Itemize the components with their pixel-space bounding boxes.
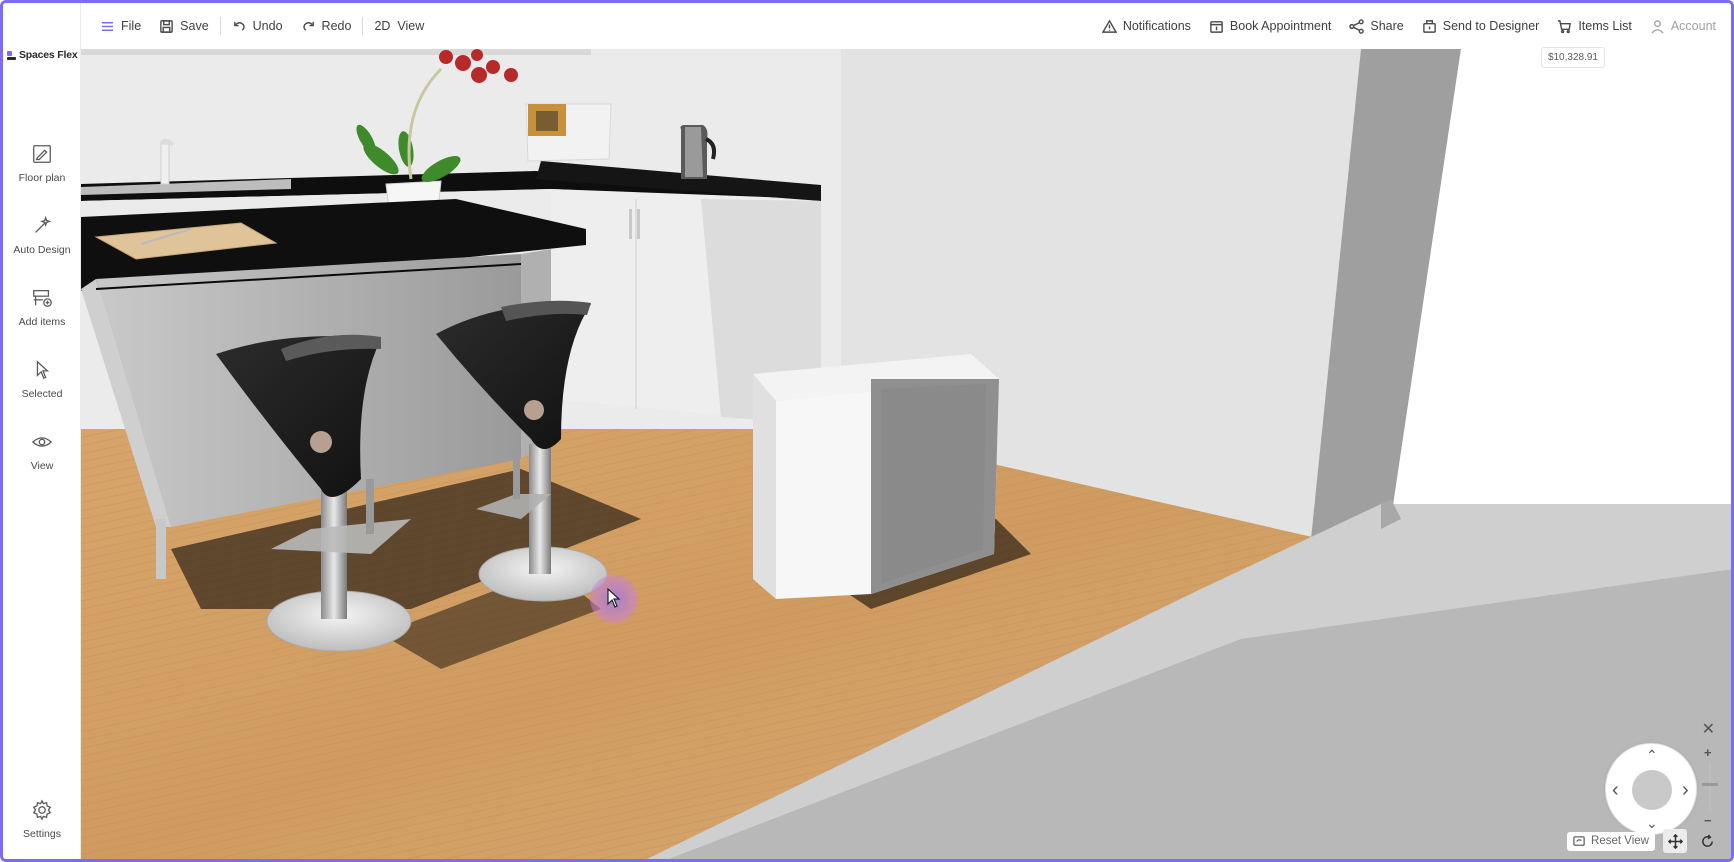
total-price-badge: $10,328.91 bbox=[1540, 47, 1605, 68]
sidebar-item-add-items[interactable]: Add items bbox=[3, 287, 81, 328]
sidebar-item-auto-design[interactable]: Auto Design bbox=[3, 215, 81, 256]
redo-icon bbox=[302, 21, 314, 31]
items-list-button[interactable]: Items List bbox=[1548, 11, 1641, 41]
brand-name: Spaces Flex bbox=[19, 49, 78, 61]
calendar-icon bbox=[1210, 20, 1223, 33]
camera-navigation-pad[interactable]: ⌃ ⌄ ‹ › bbox=[1605, 743, 1697, 835]
save-button[interactable]: Save bbox=[150, 11, 218, 41]
sidebar-item-view[interactable]: View bbox=[3, 431, 81, 472]
room-render bbox=[81, 49, 1731, 859]
notifications-label: Notifications bbox=[1122, 19, 1191, 33]
undo-icon bbox=[233, 21, 245, 31]
move-icon bbox=[1667, 833, 1683, 849]
account-button[interactable]: Account bbox=[1641, 11, 1725, 41]
share-button[interactable]: Share bbox=[1340, 11, 1412, 41]
file-menu-button[interactable]: File bbox=[91, 11, 150, 41]
reset-view-button[interactable]: Reset View bbox=[1567, 831, 1655, 851]
redo-button[interactable]: Redo bbox=[292, 11, 361, 41]
redo-label: Redo bbox=[321, 19, 352, 33]
rotate-mode-button[interactable] bbox=[1695, 829, 1719, 853]
cart-icon bbox=[1558, 19, 1572, 33]
view-controls-bar: Reset View bbox=[1567, 829, 1719, 853]
app-window: File Save Undo Redo 2D View Notification… bbox=[0, 0, 1734, 862]
file-label: File bbox=[121, 19, 142, 33]
sidebar-item-selected[interactable]: Selected bbox=[3, 359, 81, 400]
rotate-icon bbox=[1701, 833, 1713, 847]
brand-logo[interactable]: Spaces Flex bbox=[7, 49, 78, 61]
pan-right-arrow-icon[interactable]: › bbox=[1682, 780, 1689, 800]
gear-icon bbox=[32, 799, 52, 821]
pan-down-arrow-icon[interactable]: ⌄ bbox=[1646, 816, 1658, 830]
close-controls-icon[interactable]: ✕ bbox=[1702, 719, 1715, 739]
zoom-thumb[interactable] bbox=[1702, 783, 1718, 786]
zoom-slider[interactable]: + − bbox=[1701, 745, 1719, 831]
account-label: Account bbox=[1670, 19, 1716, 33]
sidebar-item-label: Auto Design bbox=[13, 244, 71, 256]
send-to-designer-button[interactable]: Send to Designer bbox=[1413, 11, 1549, 41]
eye-icon bbox=[31, 437, 53, 447]
save-label: Save bbox=[180, 19, 209, 33]
pan-up-arrow-icon[interactable]: ⌃ bbox=[1646, 748, 1658, 762]
zoom-track[interactable] bbox=[1709, 763, 1711, 811]
user-icon bbox=[1651, 19, 1664, 34]
share-icon bbox=[1349, 18, 1365, 34]
book-appointment-label: Book Appointment bbox=[1229, 19, 1332, 33]
sidebar-item-label: View bbox=[30, 460, 54, 472]
share-label: Share bbox=[1370, 19, 1404, 33]
sidebar-item-label: Selected bbox=[21, 388, 63, 400]
spaces-logo-icon bbox=[7, 50, 16, 60]
reset-view-icon bbox=[1573, 835, 1585, 846]
reset-view-label: Reset View bbox=[1591, 835, 1649, 847]
settings-label: Settings bbox=[23, 828, 61, 840]
designer-icon bbox=[1422, 19, 1436, 33]
send-to-designer-label: Send to Designer bbox=[1442, 19, 1540, 33]
notifications-button[interactable]: Notifications bbox=[1093, 11, 1200, 41]
toolbar-divider bbox=[362, 17, 364, 35]
sidebar-item-floor-plan[interactable]: Floor plan bbox=[3, 143, 81, 184]
add-items-icon bbox=[33, 290, 52, 307]
toolbar-right: Notifications Book Appointment Share Sen… bbox=[1093, 3, 1725, 49]
undo-label: Undo bbox=[252, 19, 283, 33]
left-sidebar: Spaces Flex Floor plan Auto Design Add i… bbox=[3, 3, 81, 859]
mouse-cursor-icon bbox=[607, 588, 621, 608]
pan-mode-button[interactable] bbox=[1663, 829, 1687, 853]
warning-icon bbox=[1101, 18, 1117, 33]
toolbar-divider bbox=[219, 17, 221, 35]
magic-wand-icon bbox=[35, 215, 52, 233]
save-icon bbox=[160, 19, 173, 33]
floor-plan-icon bbox=[33, 145, 51, 163]
sidebar-item-label: Floor plan bbox=[18, 172, 66, 184]
toolbar-left: File Save Undo Redo 2D View bbox=[91, 3, 433, 49]
2d-view-label: 2D View bbox=[374, 19, 425, 33]
undo-button[interactable]: Undo bbox=[223, 11, 292, 41]
book-appointment-button[interactable]: Book Appointment bbox=[1200, 11, 1340, 41]
2d-view-button[interactable]: 2D View bbox=[365, 11, 433, 41]
3d-viewport[interactable] bbox=[81, 49, 1731, 859]
menu-icon bbox=[101, 21, 114, 31]
top-toolbar: File Save Undo Redo 2D View Notification… bbox=[3, 3, 1731, 49]
sidebar-item-settings[interactable]: Settings bbox=[3, 799, 81, 840]
sidebar-item-label: Add items bbox=[18, 316, 66, 328]
navigation-knob[interactable] bbox=[1632, 770, 1672, 810]
zoom-in-icon[interactable]: + bbox=[1704, 745, 1712, 760]
pointer-icon bbox=[36, 360, 50, 380]
items-list-label: Items List bbox=[1578, 19, 1632, 33]
zoom-out-icon[interactable]: − bbox=[1704, 813, 1712, 828]
pan-left-arrow-icon[interactable]: ‹ bbox=[1612, 780, 1619, 800]
